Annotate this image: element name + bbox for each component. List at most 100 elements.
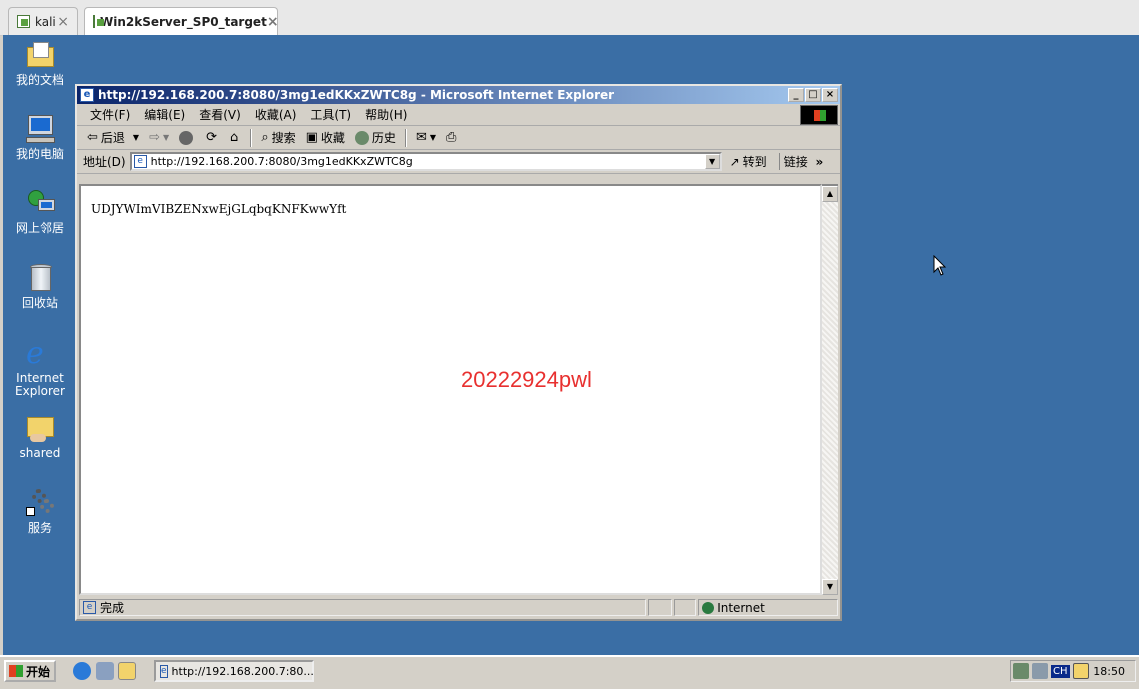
- go-button[interactable]: ↗ 转到: [730, 153, 767, 170]
- vertical-scrollbar[interactable]: ▲ ▼: [822, 184, 838, 595]
- vm-tab-strip: kali × Win2kServer_SP0_target ×: [0, 0, 1139, 36]
- desktop-icon-recycle-bin[interactable]: 回收站: [4, 262, 76, 310]
- close-button[interactable]: ×: [822, 88, 838, 102]
- desktop-icon-label: shared: [19, 446, 61, 460]
- desktop-icon-my-documents[interactable]: 我的文档: [4, 39, 76, 87]
- toolbar-separator: [250, 128, 253, 147]
- menu-tools[interactable]: 工具(T): [303, 106, 358, 123]
- vm-icon: [17, 15, 30, 28]
- vm-tab-win2k[interactable]: Win2kServer_SP0_target ×: [84, 7, 279, 35]
- status-cell: [674, 599, 697, 616]
- taskbar-ie-button[interactable]: e http://192.168.200.7:80...: [154, 660, 314, 682]
- chevron-down-icon[interactable]: ▼: [704, 154, 720, 169]
- taskbar: 开始 e http://192.168.200.7:80... CH 18:50: [0, 655, 1139, 689]
- favorites-button[interactable]: ▣ 收藏: [302, 128, 349, 148]
- desktop-icon-label: 网上邻居: [15, 221, 64, 235]
- status-text: 完成: [100, 601, 125, 615]
- dropdown-arrow-icon[interactable]: ▼: [430, 133, 436, 142]
- ie-address-bar: 地址(D) e http://192.168.200.7:8080/3mg1ed…: [77, 150, 840, 174]
- recycle-bin-icon: [24, 262, 56, 294]
- mail-button[interactable]: ✉ ▼: [412, 128, 440, 148]
- maximize-button[interactable]: □: [805, 88, 821, 102]
- connection-tray-icon[interactable]: [1032, 663, 1048, 679]
- dropdown-arrow-icon[interactable]: ▼: [133, 133, 139, 142]
- network-tray-icon[interactable]: [1013, 663, 1029, 679]
- ie-title-text: http://192.168.200.7:8080/3mg1edKKxZWTC8…: [98, 88, 615, 102]
- address-value: http://192.168.200.7:8080/3mg1edKKxZWTC8…: [150, 155, 413, 168]
- desktop-icon-my-computer[interactable]: 我的电脑: [4, 113, 76, 161]
- menu-file[interactable]: 文件(F): [83, 106, 137, 123]
- home-button[interactable]: ⌂: [226, 128, 245, 148]
- favorites-icon: ▣: [305, 130, 318, 145]
- start-button[interactable]: 开始: [4, 660, 56, 682]
- history-button[interactable]: 历史: [351, 128, 400, 148]
- address-label: 地址(D): [83, 155, 126, 169]
- minimize-button[interactable]: _: [788, 88, 804, 102]
- refresh-icon: ⟳: [206, 130, 218, 145]
- internet-explorer-icon: e: [26, 336, 44, 371]
- menu-favorites[interactable]: 收藏(A): [248, 106, 304, 123]
- status-zone-cell: Internet: [698, 599, 838, 616]
- shared-folder-icon: [24, 412, 56, 444]
- links-button[interactable]: 链接 »: [778, 153, 824, 170]
- ie-status-bar: e 完成 Internet: [79, 598, 838, 617]
- vm-tab-kali[interactable]: kali ×: [8, 7, 78, 35]
- language-indicator[interactable]: CH: [1051, 664, 1070, 678]
- desktop-icon-services[interactable]: 服务: [4, 487, 76, 535]
- dropdown-arrow-icon[interactable]: ▼: [163, 133, 169, 142]
- close-icon[interactable]: ×: [267, 14, 279, 30]
- vm-tab-label: Win2kServer_SP0_target: [100, 14, 267, 29]
- clock: 18:50: [1093, 664, 1125, 678]
- menu-help[interactable]: 帮助(H): [358, 106, 414, 123]
- ie-page-icon: e: [80, 88, 94, 102]
- taskbar-ie-label: http://192.168.200.7:80...: [171, 664, 314, 678]
- forward-arrow-icon: ⇨: [149, 130, 160, 145]
- windows-logo-icon: [9, 665, 23, 677]
- go-label: 转到: [742, 155, 767, 169]
- page-content: UDJYWImVIBZENxwEjGLqbqKNFKwwYft 20222924…: [79, 184, 822, 595]
- system-tray: CH 18:50: [1010, 660, 1136, 682]
- search-label: 搜索: [271, 131, 296, 145]
- ie-title-bar[interactable]: e http://192.168.200.7:8080/3mg1edKKxZWT…: [77, 86, 840, 104]
- vm-tab-label: kali: [35, 14, 56, 29]
- scroll-up-button[interactable]: ▲: [822, 186, 838, 202]
- windows-logo-icon: [800, 105, 838, 125]
- address-input[interactable]: e http://192.168.200.7:8080/3mg1edKKxZWT…: [129, 152, 722, 171]
- ie-window: e http://192.168.200.7:8080/3mg1edKKxZWT…: [75, 84, 842, 621]
- mouse-cursor-icon: [933, 255, 947, 276]
- ie-menu-bar: 文件(F) 编辑(E) 查看(V) 收藏(A) 工具(T) 帮助(H): [77, 104, 840, 126]
- search-button[interactable]: ⌕ 搜索: [257, 128, 299, 148]
- menu-edit[interactable]: 编辑(E): [137, 106, 192, 123]
- my-computer-icon: [24, 113, 56, 145]
- status-zone: Internet: [717, 600, 765, 615]
- desktop-icon-network[interactable]: 网上邻居: [4, 187, 76, 235]
- quicklaunch-desktop-icon[interactable]: [118, 662, 136, 680]
- vm-icon: [93, 15, 104, 28]
- page-body-text: UDJYWImVIBZENxwEjGLqbqKNFKwwYft: [91, 202, 347, 216]
- quicklaunch-network-icon[interactable]: [96, 662, 114, 680]
- desktop-icon-label: 服务: [27, 521, 52, 535]
- quicklaunch-ie-icon[interactable]: [73, 662, 91, 680]
- close-icon[interactable]: ×: [57, 14, 69, 30]
- back-button[interactable]: ⇦ 后退 ▼: [83, 128, 143, 148]
- status-cell: [648, 599, 673, 616]
- chevron-right-icon: »: [815, 155, 824, 169]
- desktop-icon-ie[interactable]: e Internet Explorer: [4, 337, 76, 398]
- go-arrow-icon: ↗: [729, 154, 740, 169]
- ie-toolbar: ⇦ 后退 ▼ ⇨ ▼ ⟳ ⌂ ⌕ 搜索 ▣ 收藏 历史 ✉ ▼ ⎙: [77, 126, 840, 150]
- desktop-icon-shared[interactable]: shared: [4, 412, 76, 460]
- globe-icon: [702, 601, 715, 614]
- ime-tray-icon[interactable]: [1072, 663, 1089, 679]
- page-icon: e: [133, 155, 147, 168]
- stop-icon: [179, 130, 194, 145]
- desktop-icon-label: 回收站: [21, 296, 58, 310]
- refresh-button[interactable]: ⟳: [202, 128, 224, 148]
- forward-button[interactable]: ⇨ ▼: [145, 128, 173, 148]
- print-button[interactable]: ⎙: [442, 128, 463, 148]
- scroll-down-button[interactable]: ▼: [822, 579, 838, 595]
- home-icon: ⌂: [230, 130, 239, 145]
- menu-view[interactable]: 查看(V): [192, 106, 248, 123]
- back-label: 后退: [100, 131, 125, 145]
- desktop-icon-label: 我的文档: [15, 73, 64, 87]
- stop-button[interactable]: [175, 128, 200, 148]
